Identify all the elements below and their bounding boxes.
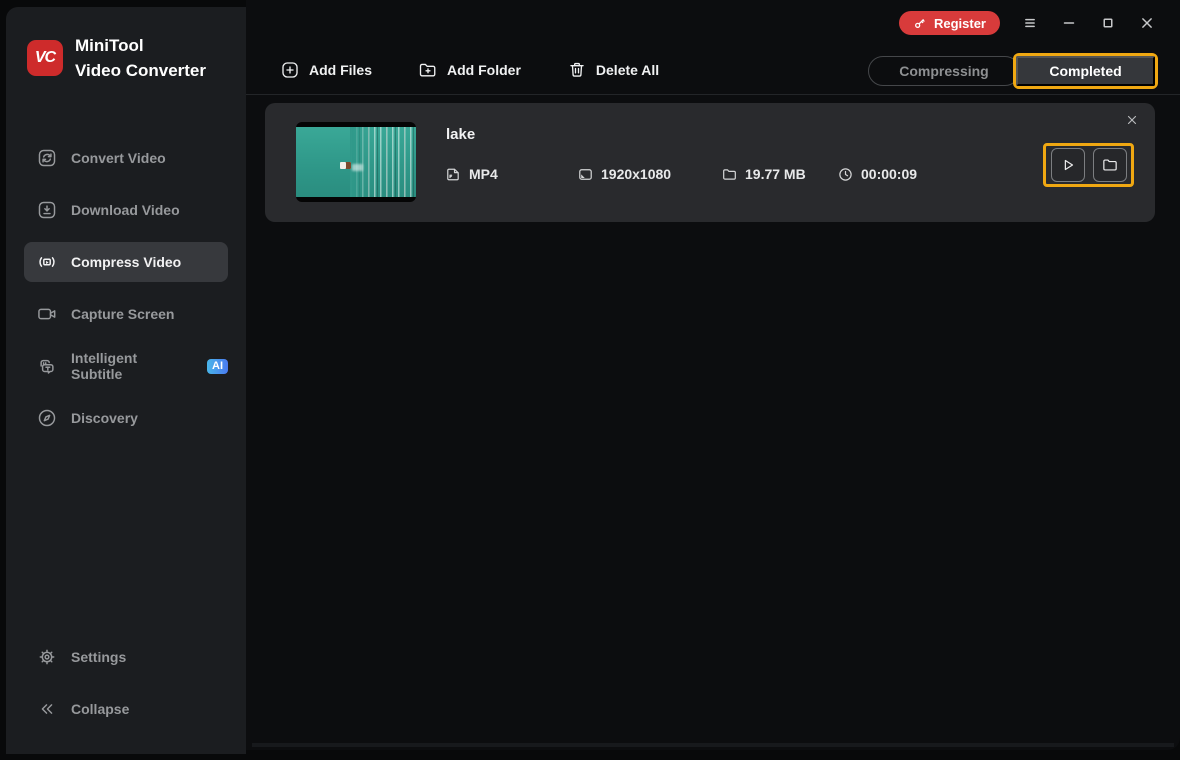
register-button[interactable]: Register — [899, 11, 1000, 35]
sidebar-item-settings[interactable]: Settings — [24, 637, 228, 677]
add-files-label: Add Files — [309, 62, 372, 78]
menu-button[interactable] — [1021, 14, 1039, 32]
maximize-icon — [1099, 14, 1117, 32]
tab-compressing[interactable]: Compressing — [868, 56, 1020, 86]
completed-tab-highlight: Completed — [1013, 53, 1158, 89]
tab-completed-label: Completed — [1049, 63, 1121, 79]
ai-badge: AI — [207, 359, 228, 374]
file-duration: 00:00:09 — [838, 166, 917, 182]
open-folder-button[interactable] — [1093, 148, 1127, 182]
discovery-icon — [36, 407, 58, 429]
close-icon — [1138, 14, 1156, 32]
main-panel: Register Add Files — [246, 0, 1180, 750]
add-folder-button[interactable]: Add Folder — [418, 60, 521, 80]
sidebar-item-capture-screen[interactable]: Capture Screen — [24, 294, 228, 334]
sidebar-item-label: Capture Screen — [71, 306, 174, 322]
remove-file-button[interactable] — [1123, 111, 1141, 129]
sidebar: VC MiniTool Video Converter Convert Vide… — [6, 7, 246, 754]
thumbnail-reflections — [350, 127, 416, 197]
add-files-button[interactable]: Add Files — [280, 60, 372, 80]
sidebar-item-compress-video[interactable]: Compress Video — [24, 242, 228, 282]
compress-video-icon — [36, 251, 58, 273]
delete-all-button[interactable]: Delete All — [567, 60, 659, 80]
key-icon — [913, 16, 927, 30]
actions-highlight — [1043, 143, 1134, 187]
file-format: MP4 — [446, 166, 498, 182]
status-tabs: Compressing Completed — [868, 53, 1158, 89]
capture-screen-icon — [36, 303, 58, 325]
file-format-icon — [446, 167, 461, 182]
close-icon — [1125, 113, 1139, 127]
register-label: Register — [934, 16, 986, 31]
file-name: lake — [446, 126, 475, 143]
add-folder-icon — [418, 60, 438, 80]
add-files-icon — [280, 60, 300, 80]
resolution-icon — [578, 167, 593, 182]
tab-completed[interactable]: Completed — [1016, 56, 1155, 86]
toolbar-actions: Add Files Add Folder Delete All — [280, 46, 659, 94]
minimize-button[interactable] — [1060, 14, 1078, 32]
collapse-chevrons-icon — [36, 698, 58, 720]
file-size: 19.77 MB — [722, 166, 806, 182]
file-resolution-value: 1920x1080 — [601, 166, 671, 182]
convert-video-icon — [36, 147, 58, 169]
sidebar-item-convert-video[interactable]: Convert Video — [24, 138, 228, 178]
sidebar-item-label: Intelligent Subtitle — [71, 350, 186, 382]
intelligent-subtitle-icon — [36, 355, 58, 377]
titlebar-controls: Register — [899, 0, 1156, 46]
folder-icon — [722, 167, 737, 182]
logo-text: VC — [35, 49, 55, 67]
hamburger-icon — [1021, 14, 1039, 32]
sidebar-item-label: Discovery — [71, 410, 138, 426]
sidebar-item-intelligent-subtitle[interactable]: Intelligent Subtitle AI — [24, 346, 228, 386]
window-bottom-strip — [252, 743, 1174, 747]
sidebar-item-discovery[interactable]: Discovery — [24, 398, 228, 438]
download-video-icon — [36, 199, 58, 221]
sidebar-item-label: Settings — [71, 649, 126, 665]
delete-all-label: Delete All — [596, 62, 659, 78]
thumbnail-image — [296, 127, 416, 197]
sidebar-item-download-video[interactable]: Download Video — [24, 190, 228, 230]
sidebar-item-label: Convert Video — [71, 150, 166, 166]
app-title-line1: MiniTool — [75, 33, 206, 58]
file-duration-value: 00:00:09 — [861, 166, 917, 182]
play-button[interactable] — [1051, 148, 1085, 182]
minimize-icon — [1060, 14, 1078, 32]
video-thumbnail — [296, 122, 416, 202]
file-format-value: MP4 — [469, 166, 498, 182]
app-title: MiniTool Video Converter — [75, 33, 206, 83]
sidebar-item-label: Download Video — [71, 202, 180, 218]
brand: VC MiniTool Video Converter — [27, 33, 206, 83]
add-folder-label: Add Folder — [447, 62, 521, 78]
toolbar: Add Files Add Folder Delete All — [246, 46, 1180, 95]
trash-icon — [567, 60, 587, 80]
file-resolution: 1920x1080 — [578, 166, 671, 182]
app-title-line2: Video Converter — [75, 58, 206, 83]
file-card: lake MP4 1920x1080 19.77 MB — [265, 103, 1155, 222]
clock-icon — [838, 167, 853, 182]
sidebar-menu: Convert Video Download Video Compress Vi… — [24, 138, 228, 438]
sidebar-item-label: Collapse — [71, 701, 129, 717]
maximize-button[interactable] — [1099, 14, 1117, 32]
thumbnail-boat — [340, 162, 351, 169]
close-button[interactable] — [1138, 14, 1156, 32]
app-window: VC MiniTool Video Converter Convert Vide… — [0, 0, 1180, 760]
app-logo-icon: VC — [27, 40, 63, 76]
sidebar-item-collapse[interactable]: Collapse — [24, 689, 228, 729]
tab-compressing-label: Compressing — [899, 63, 988, 79]
file-size-value: 19.77 MB — [745, 166, 806, 182]
gear-icon — [36, 646, 58, 668]
sidebar-item-label: Compress Video — [71, 254, 181, 270]
